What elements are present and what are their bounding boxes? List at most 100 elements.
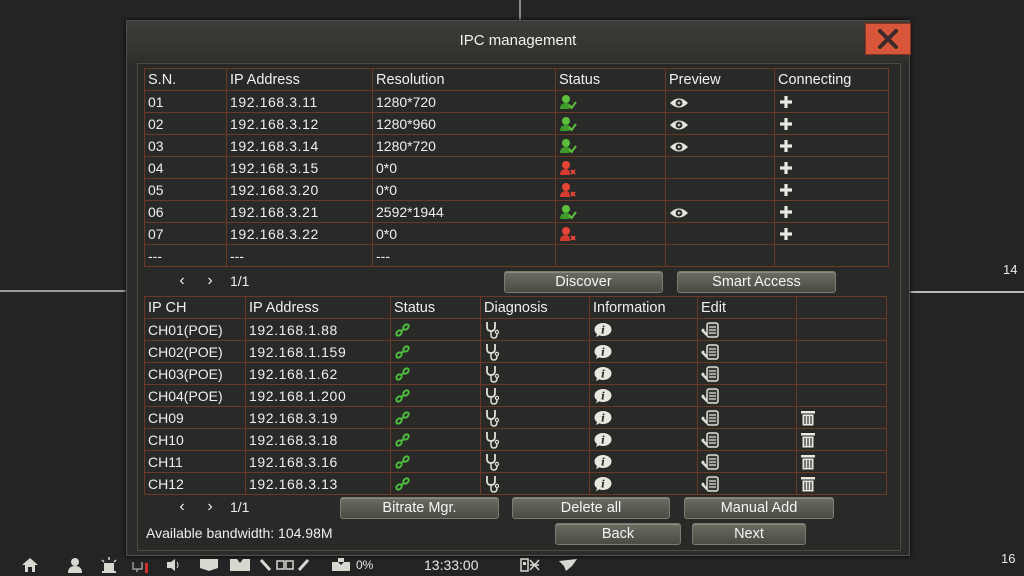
smart-access-button[interactable]: Smart Access <box>677 271 836 293</box>
cell-preview[interactable] <box>665 90 775 113</box>
added-camera-row[interactable]: CH04(POE) 192.168.1.200 i <box>144 384 887 407</box>
added-camera-row[interactable]: CH10 192.168.3.18 i <box>144 428 887 451</box>
close-button[interactable] <box>865 23 911 55</box>
discovered-device-row[interactable]: 05 192.168.3.20 0*0 <box>144 178 889 201</box>
prev-page-button[interactable]: ‹ <box>168 498 196 516</box>
layout-icon[interactable] <box>260 556 310 574</box>
cell-connecting[interactable] <box>774 156 889 179</box>
next-page-button[interactable]: › <box>196 272 224 290</box>
add-connect-icon[interactable] <box>778 204 794 220</box>
cell-diagnosis[interactable] <box>480 318 590 341</box>
added-camera-row[interactable]: CH01(POE) 192.168.1.88 i <box>144 318 887 341</box>
discovered-device-row[interactable]: 07 192.168.3.22 0*0 <box>144 222 889 245</box>
cell-edit[interactable] <box>697 428 797 451</box>
cell-delete[interactable] <box>796 450 887 473</box>
information-icon[interactable]: i <box>593 410 613 426</box>
edit-icon[interactable] <box>701 409 721 427</box>
cell-edit[interactable] <box>697 450 797 473</box>
delete-all-button[interactable]: Delete all <box>512 497 670 519</box>
cell-diagnosis[interactable] <box>480 384 590 407</box>
edit-icon[interactable] <box>701 365 721 383</box>
diagnosis-stethoscope-icon[interactable] <box>484 409 502 427</box>
cell-diagnosis[interactable] <box>480 450 590 473</box>
cell-edit[interactable] <box>697 384 797 407</box>
cell-edit[interactable] <box>697 318 797 341</box>
add-connect-icon[interactable] <box>778 116 794 132</box>
next-page-button[interactable]: › <box>196 498 224 516</box>
cell-connecting[interactable] <box>774 112 889 135</box>
cell-edit[interactable] <box>697 472 797 495</box>
edit-icon[interactable] <box>701 321 721 339</box>
information-icon[interactable]: i <box>593 388 613 404</box>
cell-connecting[interactable] <box>774 200 889 223</box>
cell-connecting[interactable] <box>774 90 889 113</box>
cell-preview[interactable] <box>665 200 775 223</box>
cell-information[interactable]: i <box>589 450 698 473</box>
playback-icon[interactable] <box>199 556 219 574</box>
cell-information[interactable]: i <box>589 472 698 495</box>
edit-icon[interactable] <box>701 343 721 361</box>
cell-information[interactable]: i <box>589 362 698 385</box>
user-icon[interactable] <box>67 556 83 574</box>
diagnosis-stethoscope-icon[interactable] <box>484 475 502 493</box>
audio-icon[interactable] <box>166 556 182 574</box>
information-icon[interactable]: i <box>593 476 613 492</box>
edit-icon[interactable] <box>701 431 721 449</box>
discover-button[interactable]: Discover <box>504 271 663 293</box>
next-button[interactable]: Next <box>692 523 806 545</box>
information-icon[interactable]: i <box>593 432 613 448</box>
cell-information[interactable]: i <box>589 406 698 429</box>
cell-diagnosis[interactable] <box>480 340 590 363</box>
cell-diagnosis[interactable] <box>480 406 590 429</box>
diagnosis-stethoscope-icon[interactable] <box>484 387 502 405</box>
edit-icon[interactable] <box>701 387 721 405</box>
discovered-device-row[interactable]: 06 192.168.3.21 2592*1944 <box>144 200 889 223</box>
cell-information[interactable]: i <box>589 318 698 341</box>
cell-delete[interactable] <box>796 406 887 429</box>
add-connect-icon[interactable] <box>778 226 794 242</box>
delete-trash-icon[interactable] <box>800 476 816 492</box>
home-icon[interactable] <box>21 556 39 574</box>
cell-delete[interactable] <box>796 472 887 495</box>
discovered-device-row[interactable]: 03 192.168.3.14 1280*720 <box>144 134 889 157</box>
qr-icon[interactable] <box>520 556 540 574</box>
cell-diagnosis[interactable] <box>480 362 590 385</box>
bird-icon[interactable] <box>558 556 578 574</box>
cell-preview[interactable] <box>665 134 775 157</box>
delete-trash-icon[interactable] <box>800 432 816 448</box>
cell-delete[interactable] <box>796 428 887 451</box>
added-camera-row[interactable]: CH12 192.168.3.13 i <box>144 472 887 495</box>
delete-trash-icon[interactable] <box>800 410 816 426</box>
add-connect-icon[interactable] <box>778 94 794 110</box>
manual-add-button[interactable]: Manual Add <box>684 497 834 519</box>
preview-eye-icon[interactable] <box>669 96 689 110</box>
preview-eye-icon[interactable] <box>669 206 689 220</box>
cell-edit[interactable] <box>697 340 797 363</box>
preview-eye-icon[interactable] <box>669 140 689 154</box>
add-connect-icon[interactable] <box>778 160 794 176</box>
cell-edit[interactable] <box>697 406 797 429</box>
cell-connecting[interactable] <box>774 134 889 157</box>
add-connect-icon[interactable] <box>778 182 794 198</box>
discovered-device-row[interactable]: 01 192.168.3.11 1280*720 <box>144 90 889 113</box>
cell-diagnosis[interactable] <box>480 428 590 451</box>
cell-information[interactable]: i <box>589 384 698 407</box>
diagnosis-stethoscope-icon[interactable] <box>484 453 502 471</box>
prev-page-button[interactable]: ‹ <box>168 272 196 290</box>
added-camera-row[interactable]: CH02(POE) 192.168.1.159 i <box>144 340 887 363</box>
diagnosis-stethoscope-icon[interactable] <box>484 321 502 339</box>
information-icon[interactable]: i <box>593 322 613 338</box>
added-camera-row[interactable]: CH11 192.168.3.16 i <box>144 450 887 473</box>
diagnosis-stethoscope-icon[interactable] <box>484 431 502 449</box>
added-camera-row[interactable]: CH03(POE) 192.168.1.62 i <box>144 362 887 385</box>
cell-connecting[interactable] <box>774 178 889 201</box>
network-icon[interactable] <box>132 556 152 574</box>
cell-edit[interactable] <box>697 362 797 385</box>
back-button[interactable]: Back <box>555 523 681 545</box>
added-camera-row[interactable]: CH09 192.168.3.19 i <box>144 406 887 429</box>
diagnosis-stethoscope-icon[interactable] <box>484 365 502 383</box>
cell-connecting[interactable] <box>774 222 889 245</box>
delete-trash-icon[interactable] <box>800 454 816 470</box>
record-icon[interactable] <box>229 556 251 574</box>
information-icon[interactable]: i <box>593 344 613 360</box>
